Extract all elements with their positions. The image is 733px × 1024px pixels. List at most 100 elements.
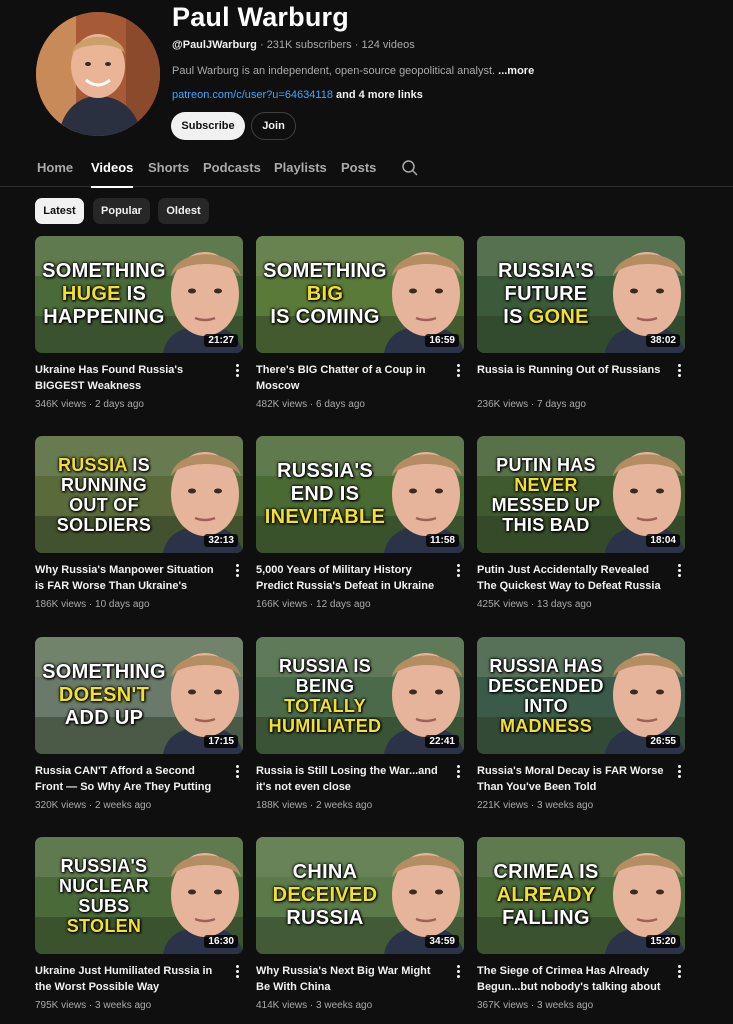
thumbnail-text-line: INTO — [481, 696, 611, 716]
channel-avatar[interactable] — [36, 12, 160, 136]
more-options-icon[interactable] — [675, 765, 683, 779]
video-thumbnail[interactable]: CRIMEA IS ALREADY FALLING 15:20 — [477, 837, 685, 954]
thumbnail-text-line: RUSSIA IS — [260, 656, 390, 676]
video-card[interactable]: CRIMEA IS ALREADY FALLING 15:20 The Siege of… — [477, 837, 685, 1022]
video-thumbnail[interactable]: RUSSIA IS RUNNING OUT OF SOLDIERS 32:13 — [35, 436, 243, 553]
thumbnail-word: NUCLEAR — [58, 876, 150, 896]
video-thumbnail[interactable]: CHINA DECEIVED RUSSIA 34:59 — [256, 837, 464, 954]
thumbnail-text-line: SOLDIERS — [39, 515, 169, 535]
video-thumbnail[interactable]: SOMETHING HUGE IS HAPPENING 21:27 — [35, 236, 243, 353]
filter-latest[interactable]: Latest — [35, 198, 84, 224]
thumbnail-text: RUSSIA'S END IS INEVITABLE — [260, 460, 390, 529]
video-thumbnail[interactable]: RUSSIA'S END IS INEVITABLE 11:58 — [256, 436, 464, 553]
patreon-link[interactable]: patreon.com/c/user?u=64634118 — [172, 89, 333, 101]
channel-tabs: Home Videos Shorts Podcasts Playlists Po… — [0, 150, 733, 188]
video-title[interactable]: Putin Just Accidentally Revealed The Qui… — [477, 562, 667, 594]
thumbnail-word: IS — [120, 283, 147, 305]
video-title[interactable]: 5,000 Years of Military History Predict … — [256, 562, 446, 594]
description-more-link[interactable]: ...more — [498, 65, 534, 77]
video-stats: 414K views · 3 weeks ago — [256, 1000, 372, 1011]
video-thumbnail[interactable]: RUSSIA'S NUCLEAR SUBS STOLEN 16:30 — [35, 837, 243, 954]
thumbnail-text-line: ALREADY — [481, 884, 611, 907]
channel-handle: @PaulJWarburg — [172, 39, 257, 51]
upload-age: 10 days ago — [95, 599, 150, 610]
thumbnail-text-line: OUT OF — [39, 495, 169, 515]
video-stats: 221K views · 3 weeks ago — [477, 800, 593, 811]
video-card[interactable]: RUSSIA IS BEING TOTALLY HUMILIATED 22:41 Russ… — [256, 637, 464, 822]
upload-age: 2 days ago — [95, 399, 144, 410]
video-title[interactable]: Why Russia's Manpower Situation is FAR W… — [35, 562, 225, 594]
more-links[interactable]: and 4 more links — [336, 89, 423, 101]
thumbnail-text-line: DESCENDED — [481, 676, 611, 696]
video-card[interactable]: SOMETHING HUGE IS HAPPENING 21:27 Ukraine Ha… — [35, 236, 243, 421]
tab-posts[interactable]: Posts — [341, 160, 376, 186]
more-options-icon[interactable] — [675, 364, 683, 378]
more-options-icon[interactable] — [454, 564, 462, 578]
video-title[interactable]: Russia is Still Losing the War...and it'… — [256, 763, 446, 795]
more-options-icon[interactable] — [675, 564, 683, 578]
description-text: Paul Warburg is an independent, open-sou… — [172, 65, 496, 77]
video-title[interactable]: Russia is Running Out of Russians — [477, 362, 667, 394]
video-title[interactable]: There's BIG Chatter of a Coup in Moscow — [256, 362, 446, 394]
video-card[interactable]: RUSSIA'S FUTURE IS GONE 38:02 Russia is Runn… — [477, 236, 685, 421]
video-card[interactable]: RUSSIA'S END IS INEVITABLE 11:58 5,000 Years… — [256, 436, 464, 621]
more-options-icon[interactable] — [233, 564, 241, 578]
video-title[interactable]: Ukraine Has Found Russia's BIGGEST Weakn… — [35, 362, 225, 394]
thumbnail-text-line: TOTALLY — [260, 696, 390, 716]
video-card[interactable]: PUTIN HAS NEVER MESSED UP THIS BAD 18:04 Puti… — [477, 436, 685, 621]
thumbnail-word: OUT OF — [69, 495, 139, 515]
video-title[interactable]: The Siege of Crimea Has Already Begun...… — [477, 963, 667, 995]
more-options-icon[interactable] — [233, 765, 241, 779]
stats-separator: · — [528, 800, 538, 811]
channel-meta: @PaulJWarburg · 231K subscribers · 124 v… — [172, 39, 415, 51]
filter-oldest[interactable]: Oldest — [158, 198, 209, 224]
video-thumbnail[interactable]: PUTIN HAS NEVER MESSED UP THIS BAD 18:04 — [477, 436, 685, 553]
video-card[interactable]: CHINA DECEIVED RUSSIA 34:59 Why Russia's Nex… — [256, 837, 464, 1022]
channel-name: Paul Warburg — [172, 2, 349, 32]
tab-playlists[interactable]: Playlists — [274, 160, 327, 186]
search-icon[interactable] — [401, 159, 419, 177]
thumbnail-text-line: RUSSIA HAS — [481, 656, 611, 676]
video-thumbnail[interactable]: RUSSIA IS BEING TOTALLY HUMILIATED 22:41 — [256, 637, 464, 754]
join-button[interactable]: Join — [251, 112, 296, 140]
video-card[interactable]: SOMETHING DOESN'T ADD UP 17:15 Russia CAN'T … — [35, 637, 243, 822]
thumbnail-text-line: ADD UP — [39, 707, 169, 730]
tab-home[interactable]: Home — [37, 160, 73, 186]
video-title[interactable]: Russia's Moral Decay is FAR Worse Than Y… — [477, 763, 667, 795]
video-thumbnail[interactable]: RUSSIA'S FUTURE IS GONE 38:02 — [477, 236, 685, 353]
thumbnail-highlight-word: ALREADY — [496, 884, 596, 906]
subscribe-button[interactable]: Subscribe — [171, 112, 245, 140]
thumbnail-text-line: HUGE IS — [39, 283, 169, 306]
thumbnail-word: SUBS — [78, 896, 130, 916]
tab-podcasts[interactable]: Podcasts — [203, 160, 261, 186]
tab-videos[interactable]: Videos — [91, 160, 134, 188]
video-thumbnail[interactable]: SOMETHING BIG IS COMING 16:59 — [256, 236, 464, 353]
video-card[interactable]: SOMETHING BIG IS COMING 16:59 There's BIG Ch… — [256, 236, 464, 421]
more-options-icon[interactable] — [454, 364, 462, 378]
video-title[interactable]: Why Russia's Next Big War Might Be With … — [256, 963, 446, 995]
video-thumbnail[interactable]: RUSSIA HAS DESCENDED INTO MADNESS 26:55 — [477, 637, 685, 754]
video-thumbnail[interactable]: SOMETHING DOESN'T ADD UP 17:15 — [35, 637, 243, 754]
more-options-icon[interactable] — [454, 965, 462, 979]
video-card[interactable]: RUSSIA'S NUCLEAR SUBS STOLEN 16:30 Ukraine Ju… — [35, 837, 243, 1022]
video-card[interactable]: RUSSIA HAS DESCENDED INTO MADNESS 26:55 Russi… — [477, 637, 685, 822]
more-options-icon[interactable] — [233, 965, 241, 979]
thumbnail-word: END IS — [290, 483, 360, 505]
thumbnail-text-line: DECEIVED — [260, 884, 390, 907]
tab-shorts[interactable]: Shorts — [148, 160, 189, 186]
more-options-icon[interactable] — [675, 965, 683, 979]
thumbnail-text-line: BIG — [260, 283, 390, 306]
video-title[interactable]: Russia CAN'T Afford a Second Front — So … — [35, 763, 225, 795]
view-count: 186K views — [35, 599, 87, 610]
channel-description[interactable]: Paul Warburg is an independent, open-sou… — [172, 65, 534, 77]
filter-popular[interactable]: Popular — [93, 198, 150, 224]
video-title[interactable]: Ukraine Just Humiliated Russia in the Wo… — [35, 963, 225, 995]
more-options-icon[interactable] — [454, 765, 462, 779]
thumbnail-text: CHINA DECEIVED RUSSIA — [260, 861, 390, 930]
more-options-icon[interactable] — [233, 364, 241, 378]
video-duration: 11:58 — [425, 534, 459, 547]
video-card[interactable]: RUSSIA IS RUNNING OUT OF SOLDIERS 32:13 Why R… — [35, 436, 243, 621]
stats-separator: · — [86, 1000, 96, 1011]
thumbnail-word: IS — [127, 455, 151, 475]
thumbnail-text-line: BEING — [260, 676, 390, 696]
